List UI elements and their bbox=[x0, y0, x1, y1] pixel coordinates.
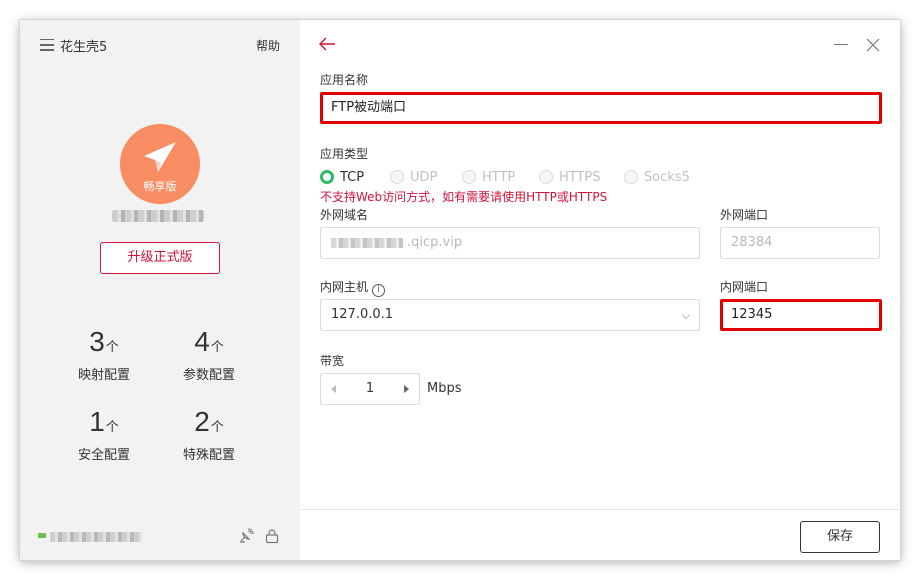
edition-badge: 畅享版 bbox=[143, 180, 177, 193]
stat-unit: 个 bbox=[210, 420, 224, 435]
internal-port-label: 内网端口 bbox=[720, 280, 769, 294]
radio-udp[interactable]: UDP bbox=[390, 168, 437, 186]
radio-https[interactable]: HTTPS bbox=[539, 168, 601, 186]
external-domain-label: 外网域名 bbox=[320, 208, 369, 222]
radio-dot bbox=[320, 170, 334, 184]
internal-port-input[interactable]: 12345 bbox=[720, 299, 882, 331]
sidebar: 花生壳5 帮助 畅享版 升级正式版 3个 映射配置 4个 参数配置 1个 安全配… bbox=[20, 20, 300, 560]
stat-unit: 个 bbox=[105, 340, 119, 355]
increment-icon[interactable] bbox=[404, 385, 409, 393]
menu-icon[interactable] bbox=[40, 39, 54, 51]
bandwidth-value[interactable]: 1 bbox=[351, 374, 389, 404]
radio-dot bbox=[624, 170, 638, 184]
stat-label: 安全配置 bbox=[77, 448, 130, 463]
stat-label: 特殊配置 bbox=[182, 448, 235, 463]
app-logo: 畅享版 bbox=[120, 124, 200, 204]
external-domain-input: .qicp.vip bbox=[320, 227, 700, 259]
app-title: 花生壳5 bbox=[60, 40, 108, 55]
app-window: 花生壳5 帮助 畅享版 升级正式版 3个 映射配置 4个 参数配置 1个 安全配… bbox=[20, 20, 900, 560]
stat-mapping[interactable]: 3个 映射配置 bbox=[54, 326, 154, 383]
footer-divider bbox=[300, 509, 900, 510]
domain-suffix: .qicp.vip bbox=[407, 235, 463, 250]
status-text-blurred bbox=[50, 532, 142, 542]
upgrade-button[interactable]: 升级正式版 bbox=[100, 242, 220, 274]
online-status-indicator bbox=[38, 533, 46, 538]
chevron-down-icon bbox=[681, 310, 691, 320]
radio-http[interactable]: HTTP bbox=[462, 168, 515, 186]
radio-tcp[interactable]: TCP bbox=[320, 168, 364, 186]
stat-value: 3 bbox=[89, 326, 105, 357]
stat-value: 4 bbox=[194, 326, 210, 357]
stat-unit: 个 bbox=[105, 420, 119, 435]
app-name-label: 应用名称 bbox=[320, 73, 369, 87]
radio-label: TCP bbox=[340, 169, 365, 185]
stat-label: 参数配置 bbox=[182, 368, 235, 383]
radio-label: UDP bbox=[410, 169, 438, 185]
save-button[interactable]: 保存 bbox=[800, 521, 880, 553]
radio-label: HTTP bbox=[482, 169, 516, 185]
account-name-blurred bbox=[112, 210, 204, 222]
bandwidth-stepper[interactable]: 1 bbox=[320, 373, 420, 405]
internal-host-value: 127.0.0.1 bbox=[331, 307, 394, 322]
paper-plane-icon bbox=[144, 142, 176, 172]
stat-special[interactable]: 2个 特殊配置 bbox=[159, 406, 259, 463]
help-link[interactable]: 帮助 bbox=[256, 37, 280, 54]
stat-params[interactable]: 4个 参数配置 bbox=[159, 326, 259, 383]
internal-host-label-text: 内网主机 bbox=[320, 280, 369, 294]
mapping-form-panel: 应用名称 FTP被动端口 应用类型 TCP UDP HTTP HTTPS Soc… bbox=[300, 20, 900, 560]
radio-dot bbox=[390, 170, 404, 184]
radio-label: Socks5 bbox=[644, 169, 690, 185]
close-icon[interactable] bbox=[866, 38, 880, 52]
radio-dot bbox=[539, 170, 553, 184]
stat-value: 1 bbox=[89, 406, 105, 437]
radio-dot bbox=[462, 170, 476, 184]
bandwidth-label: 带宽 bbox=[320, 354, 345, 368]
stat-security[interactable]: 1个 安全配置 bbox=[54, 406, 154, 463]
external-port-label: 外网端口 bbox=[720, 208, 769, 222]
radio-socks5[interactable]: Socks5 bbox=[624, 168, 690, 186]
back-arrow-icon[interactable] bbox=[318, 36, 336, 52]
info-icon[interactable]: i bbox=[372, 284, 386, 297]
stat-label: 映射配置 bbox=[77, 368, 130, 383]
app-type-label: 应用类型 bbox=[320, 147, 369, 161]
decrement-icon[interactable] bbox=[331, 385, 336, 393]
minimize-button[interactable] bbox=[834, 44, 848, 46]
external-port-input: 28384 bbox=[720, 227, 880, 259]
bandwidth-unit: Mbps bbox=[427, 381, 462, 396]
internal-host-label: 内网主机 i bbox=[320, 278, 386, 297]
protocol-warning: 不支持Web访问方式，如有需要请使用HTTP或HTTPS bbox=[320, 190, 608, 204]
domain-prefix-blurred bbox=[331, 237, 403, 248]
internal-host-select[interactable]: 127.0.0.1 bbox=[320, 299, 700, 331]
lock-icon[interactable] bbox=[264, 528, 280, 544]
stat-unit: 个 bbox=[210, 340, 224, 355]
app-name-input[interactable]: FTP被动端口 bbox=[320, 92, 882, 124]
stat-value: 2 bbox=[194, 406, 210, 437]
radio-label: HTTPS bbox=[559, 169, 601, 185]
satellite-icon[interactable] bbox=[238, 528, 254, 544]
